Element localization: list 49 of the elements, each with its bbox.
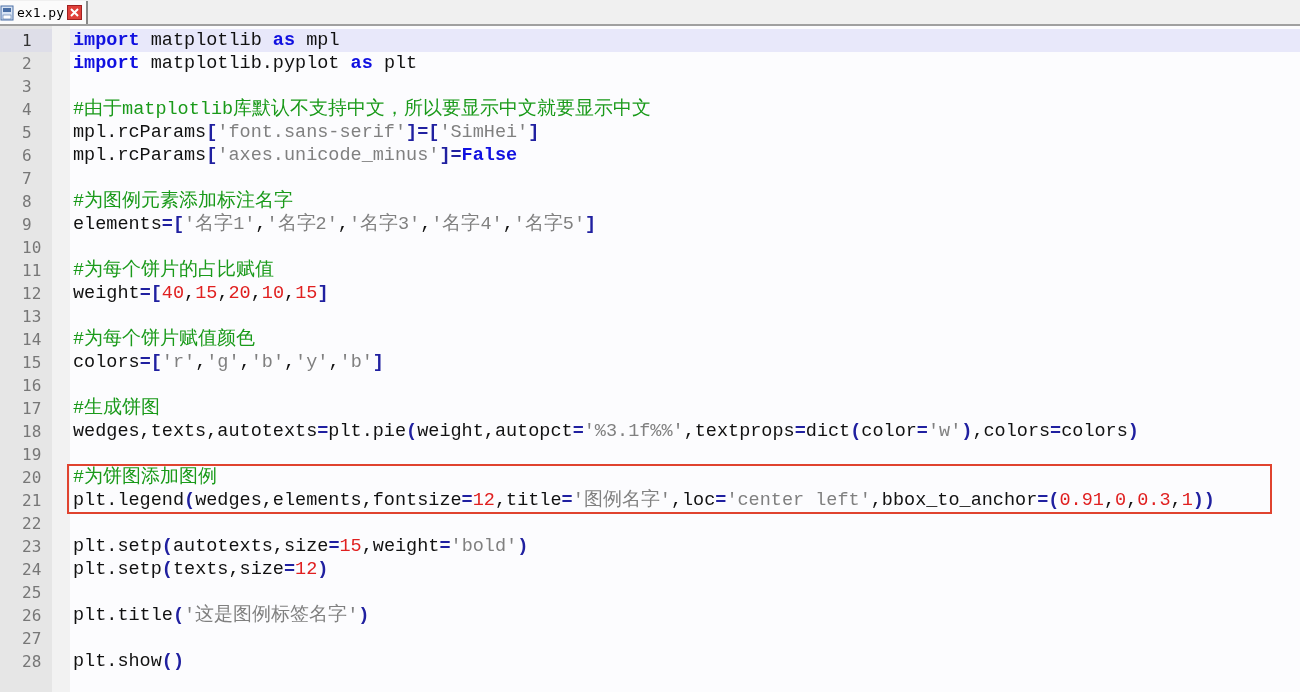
line-number: 17 <box>21 398 43 420</box>
line-number: 24 <box>21 559 43 581</box>
line-number: 26 <box>21 605 43 627</box>
code-line: mpl.rcParams['font.sans-serif']=['SimHei'] <box>72 121 541 144</box>
code-line: plt.setp(texts,size=12) <box>72 558 330 581</box>
code-line: weight=[40,15,20,10,15] <box>72 282 330 305</box>
line-number: 12 <box>21 283 43 305</box>
line-number: 18 <box>21 421 43 443</box>
code-line: mpl.rcParams['axes.unicode_minus']=False <box>72 144 519 167</box>
file-tab[interactable]: ex1.py <box>0 1 88 24</box>
code-line: #为饼图添加图例 <box>72 466 219 489</box>
line-number: 16 <box>21 375 43 397</box>
code-line: plt.title('这是图例标签名字') <box>72 604 371 627</box>
line-number: 19 <box>21 444 43 466</box>
code-line: wedges,texts,autotexts=plt.pie(weight,autopct='%3.1f%%',textprops=dict(color='w'),colors=colors) <box>72 420 1140 443</box>
line-number: 11 <box>21 260 43 282</box>
code-line: plt.setp(autotexts,size=15,weight='bold') <box>72 535 530 558</box>
code-line: plt.legend(wedges,elements,fontsize=12,title='图例名字',loc='center left',bbox_to_anchor=(0.91,0,0.3,1)) <box>72 489 1216 512</box>
line-number: 8 <box>21 191 33 213</box>
line-number: 9 <box>21 214 33 236</box>
code-line: plt.show() <box>72 650 186 673</box>
line-number: 1 <box>0 29 52 52</box>
line-number: 14 <box>21 329 43 351</box>
line-number: 4 <box>21 99 33 121</box>
line-number: 21 <box>21 490 43 512</box>
line-number: 28 <box>21 651 43 673</box>
line-number: 3 <box>21 76 33 98</box>
close-icon[interactable] <box>66 5 82 20</box>
file-icon <box>0 4 14 21</box>
line-number: 25 <box>21 582 43 604</box>
line-number: 20 <box>21 467 43 489</box>
line-number: 7 <box>21 168 33 190</box>
line-number: 6 <box>21 145 33 167</box>
code-line: #为每个饼片赋值颜色 <box>72 328 257 351</box>
code-line: colors=['r','g','b','y','b'] <box>72 351 385 374</box>
line-number: 2 <box>21 53 33 75</box>
code-line: #生成饼图 <box>72 397 162 420</box>
line-number: 5 <box>21 122 33 144</box>
line-number: 23 <box>21 536 43 558</box>
line-number: 27 <box>21 628 43 650</box>
code-line: #由于matplotlib库默认不支持中文，所以要显示中文就要显示中文 <box>72 98 653 121</box>
code-line: import matplotlib.pyplot as plt <box>72 52 419 75</box>
line-number: 22 <box>21 513 43 535</box>
line-number: 10 <box>21 237 43 259</box>
line-number: 15 <box>21 352 43 374</box>
code-line: #为图例元素添加标注名字 <box>72 190 295 213</box>
line-number: 13 <box>21 306 43 328</box>
code-line: elements=['名字1','名字2','名字3','名字4','名字5'] <box>72 213 598 236</box>
code-line: #为每个饼片的占比赋值 <box>72 259 276 282</box>
